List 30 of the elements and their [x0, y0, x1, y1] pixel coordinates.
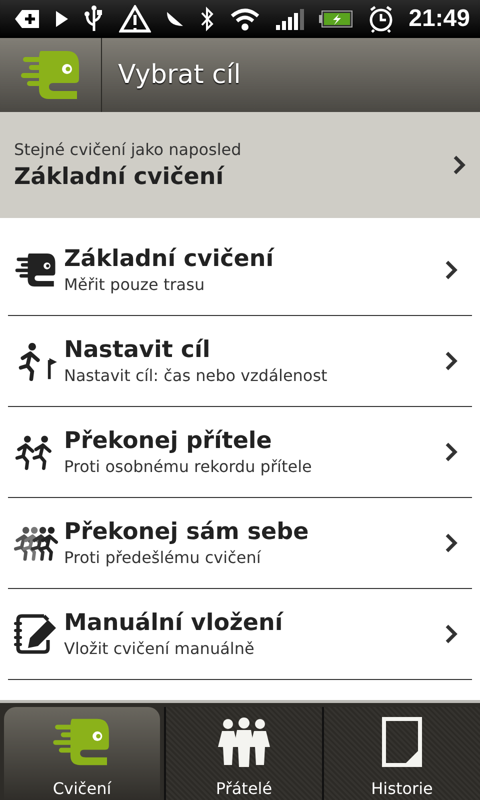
goal-option[interactable]: Základní cvičení Měřit pouze trasu: [8, 225, 472, 316]
chevron-icon: [452, 155, 466, 175]
notepad-pencil-icon: [14, 612, 58, 656]
page-icon: [382, 717, 422, 767]
chevron-icon: [444, 351, 458, 371]
chevron-icon: [444, 533, 458, 553]
warning-icon: [118, 5, 151, 33]
battery-charging-icon: [318, 9, 353, 29]
wifi-icon: [229, 7, 262, 31]
tab[interactable]: Historie: [322, 707, 480, 800]
people-icon: [216, 717, 272, 767]
clock-time: 21:49: [408, 5, 470, 33]
repeat-last-workout-button[interactable]: Stejné cvičení jako naposled Základní cvičení: [0, 112, 480, 218]
goal-option[interactable]: Manuální vložení Vložit cvičení manuálně: [8, 589, 472, 680]
chevron-icon: [444, 260, 458, 280]
alarm-clock-icon: [368, 5, 394, 33]
bluetooth-icon: [200, 6, 214, 32]
runners-icon: [14, 525, 58, 561]
usb-icon: [84, 5, 104, 33]
goal-option[interactable]: Nastavit cíl Nastavit cíl: čas nebo vzdálenost: [8, 316, 472, 407]
goal-option[interactable]: Překonej sám sebe Proti předešlému cvičení: [8, 498, 472, 589]
chevron-icon: [444, 442, 458, 462]
goal-option[interactable]: Překonej přítele Proti osobnému rekordu přítele: [8, 407, 472, 498]
signal-icon: [276, 8, 304, 30]
play-icon: [54, 10, 69, 28]
creature-icon: [14, 252, 58, 288]
add-tag-icon: [14, 9, 40, 29]
chevron-icon: [444, 624, 458, 644]
screen-title: Vybrat cíl: [117, 60, 241, 90]
tab[interactable]: Přátelé: [164, 707, 322, 800]
